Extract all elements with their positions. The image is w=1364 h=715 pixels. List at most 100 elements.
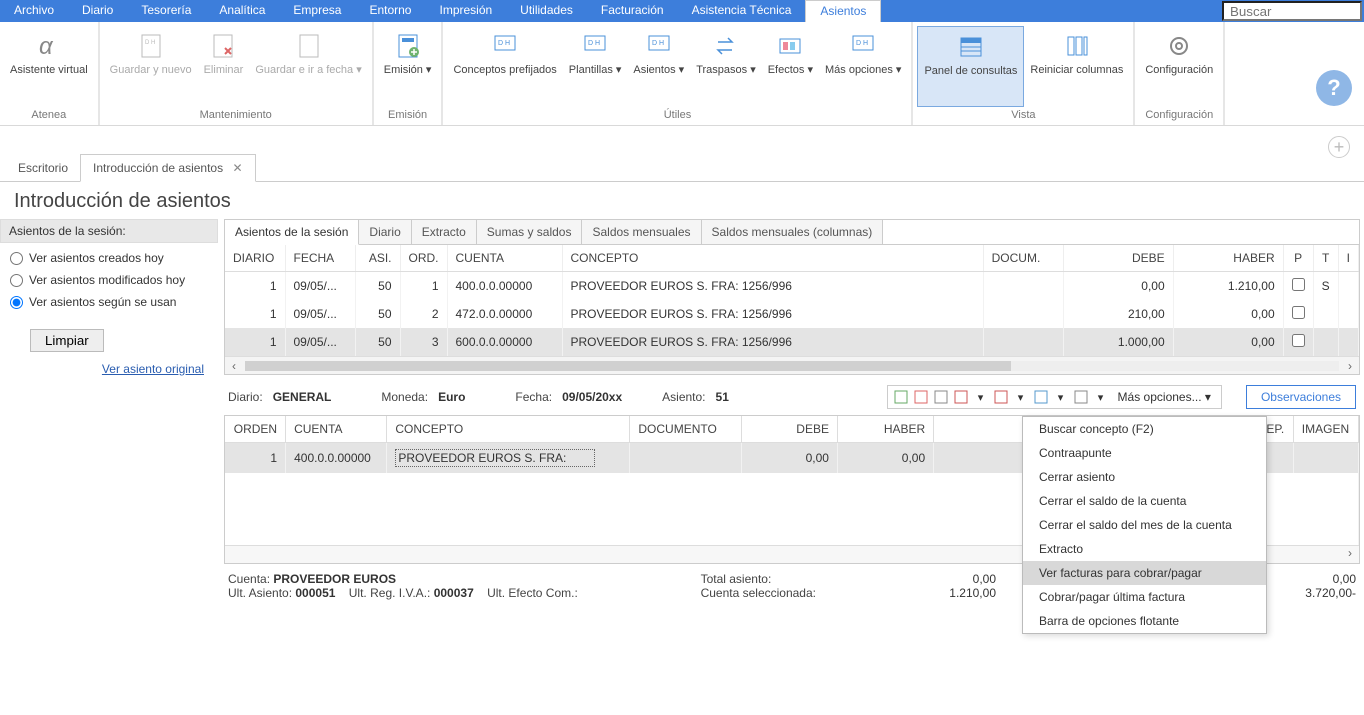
tb-icon-2[interactable]: [912, 388, 930, 406]
traspasos-button[interactable]: Traspasos ▾: [690, 26, 762, 107]
cell-concepto[interactable]: PROVEEDOR EUROS S. FRA:: [387, 443, 630, 474]
col2-orden[interactable]: ORDEN: [225, 416, 286, 443]
moneda-value: Euro: [438, 390, 465, 404]
col-concepto[interactable]: CONCEPTO: [562, 245, 983, 272]
tb-icon-8[interactable]: [1032, 388, 1050, 406]
eliminar-button[interactable]: Eliminar: [198, 26, 250, 107]
mas-opciones-button[interactable]: D HMás opciones ▾: [819, 26, 907, 107]
context-menu-item[interactable]: Extracto: [1023, 537, 1266, 561]
guardar-nuevo-button[interactable]: D H Guardar y nuevo: [104, 26, 198, 107]
col2-imagen[interactable]: IMAGEN: [1293, 416, 1358, 443]
col-debe[interactable]: DEBE: [1063, 245, 1173, 272]
p-checkbox[interactable]: [1292, 306, 1305, 319]
col-i[interactable]: I: [1338, 245, 1358, 272]
tb-icon-3[interactable]: [932, 388, 950, 406]
col-diario[interactable]: DIARIO: [225, 245, 285, 272]
p-checkbox[interactable]: [1292, 334, 1305, 347]
menu-entorno[interactable]: Entorno: [355, 0, 425, 22]
menu-diario[interactable]: Diario: [68, 0, 127, 22]
context-menu-item[interactable]: Cerrar el saldo de la cuenta: [1023, 489, 1266, 513]
scroll-right-icon[interactable]: ›: [1341, 359, 1359, 373]
reiniciar-columnas-button[interactable]: Reiniciar columnas: [1024, 26, 1129, 107]
menu-empresa[interactable]: Empresa: [279, 0, 355, 22]
asistente-virtual-button[interactable]: α Asistente virtual: [4, 26, 94, 107]
tb-icon-7[interactable]: ▾: [1012, 388, 1030, 406]
col2-cuenta[interactable]: CUENTA: [286, 416, 387, 443]
itab-saldos-mensuales-col[interactable]: Saldos mensuales (columnas): [702, 220, 884, 244]
context-menu-item[interactable]: Contraapunte: [1023, 441, 1266, 465]
tb-icon-1[interactable]: [892, 388, 910, 406]
itab-extracto[interactable]: Extracto: [412, 220, 477, 244]
p-checkbox[interactable]: [1292, 278, 1305, 291]
col-p[interactable]: P: [1283, 245, 1313, 272]
radio-creados-hoy[interactable]: Ver asientos creados hoy: [10, 251, 208, 265]
limpiar-button[interactable]: Limpiar: [30, 329, 104, 352]
table-row[interactable]: 109/05/...503600.0.0.00000PROVEEDOR EURO…: [225, 328, 1359, 356]
grid-hscroll[interactable]: ‹ ›: [225, 356, 1359, 374]
panel-consultas-button[interactable]: Panel de consultas: [917, 26, 1024, 107]
menu-asientos[interactable]: Asientos: [805, 0, 881, 22]
context-menu-item[interactable]: Cerrar asiento: [1023, 465, 1266, 489]
context-menu-item[interactable]: Cobrar/pagar última factura: [1023, 585, 1266, 609]
col-fecha[interactable]: FECHA: [285, 245, 355, 272]
col-ord[interactable]: ORD.: [400, 245, 447, 272]
table-row[interactable]: 109/05/...502472.0.0.00000PROVEEDOR EURO…: [225, 300, 1359, 328]
close-icon[interactable]: ✕: [232, 161, 242, 175]
context-menu-item[interactable]: Cerrar el saldo del mes de la cuenta: [1023, 513, 1266, 537]
tb-icon-11[interactable]: ▾: [1092, 388, 1110, 406]
tb-icon-5[interactable]: ▾: [972, 388, 990, 406]
scroll-left-icon[interactable]: ‹: [225, 359, 243, 373]
menu-archivo[interactable]: Archivo: [0, 0, 68, 22]
col-cuenta[interactable]: CUENTA: [447, 245, 562, 272]
conceptos-prefijados-button[interactable]: D HConceptos prefijados: [447, 26, 562, 107]
context-menu-item[interactable]: Barra de opciones flotante: [1023, 609, 1266, 633]
col-docum[interactable]: DOCUM.: [983, 245, 1063, 272]
col2-concepto[interactable]: CONCEPTO: [387, 416, 630, 443]
menu-impresion[interactable]: Impresión: [425, 0, 506, 22]
asientos-button[interactable]: D HAsientos ▾: [627, 26, 690, 107]
cell-haber[interactable]: 0,00: [837, 443, 933, 474]
menu-analitica[interactable]: Analítica: [205, 0, 279, 22]
itab-diario[interactable]: Diario: [359, 220, 411, 244]
configuracion-button[interactable]: Configuración: [1139, 26, 1219, 107]
radio-segun-usan[interactable]: Ver asientos según se usan: [10, 295, 208, 309]
itab-asientos-sesion[interactable]: Asientos de la sesión: [225, 220, 359, 245]
col2-documento[interactable]: DOCUMENTO: [630, 416, 741, 443]
add-tab-button[interactable]: +: [1328, 136, 1350, 158]
cell-documento[interactable]: [630, 443, 741, 474]
radio-modificados-hoy[interactable]: Ver asientos modificados hoy: [10, 273, 208, 287]
col-t[interactable]: T: [1313, 245, 1338, 272]
concepto-input[interactable]: PROVEEDOR EUROS S. FRA:: [395, 449, 595, 467]
tb-icon-9[interactable]: ▾: [1052, 388, 1070, 406]
col-asi[interactable]: ASI.: [355, 245, 400, 272]
mas-opciones-dropdown[interactable]: Más opciones... ▾: [1112, 390, 1217, 404]
col-haber[interactable]: HABER: [1173, 245, 1283, 272]
itab-saldos-mensuales[interactable]: Saldos mensuales: [582, 220, 701, 244]
menu-asistencia[interactable]: Asistencia Técnica: [678, 0, 806, 22]
menu-utilidades[interactable]: Utilidades: [506, 0, 587, 22]
efectos-button[interactable]: Efectos ▾: [762, 26, 819, 107]
ver-asiento-original-link[interactable]: Ver asiento original: [0, 362, 218, 376]
cell-debe[interactable]: 0,00: [741, 443, 837, 474]
grid2-scroll-right-icon[interactable]: ›: [1341, 546, 1359, 563]
context-menu-item[interactable]: Ver facturas para cobrar/pagar: [1023, 561, 1266, 585]
emision-button[interactable]: Emisión ▾: [378, 26, 438, 107]
tb-icon-10[interactable]: [1072, 388, 1090, 406]
table-row[interactable]: 109/05/...501400.0.0.00000PROVEEDOR EURO…: [225, 272, 1359, 301]
guardar-ir-fecha-button[interactable]: Guardar e ir a fecha ▾: [249, 26, 367, 107]
tb-icon-6[interactable]: [992, 388, 1010, 406]
tb-icon-4[interactable]: [952, 388, 970, 406]
col2-haber[interactable]: HABER: [837, 416, 933, 443]
col2-debe[interactable]: DEBE: [741, 416, 837, 443]
context-menu-item[interactable]: Buscar concepto (F2): [1023, 417, 1266, 441]
tab-introduccion-asientos[interactable]: Introducción de asientos ✕: [80, 154, 256, 182]
menu-facturacion[interactable]: Facturación: [587, 0, 678, 22]
search-input[interactable]: [1222, 1, 1362, 21]
tab-escritorio[interactable]: Escritorio: [6, 155, 80, 181]
cell-cuenta[interactable]: 400.0.0.00000: [286, 443, 387, 474]
menu-tesoreria[interactable]: Tesorería: [127, 0, 205, 22]
observaciones-button[interactable]: Observaciones: [1246, 385, 1356, 409]
itab-sumas-saldos[interactable]: Sumas y saldos: [477, 220, 583, 244]
plantillas-button[interactable]: D HPlantillas ▾: [563, 26, 628, 107]
help-icon[interactable]: ?: [1316, 70, 1352, 106]
